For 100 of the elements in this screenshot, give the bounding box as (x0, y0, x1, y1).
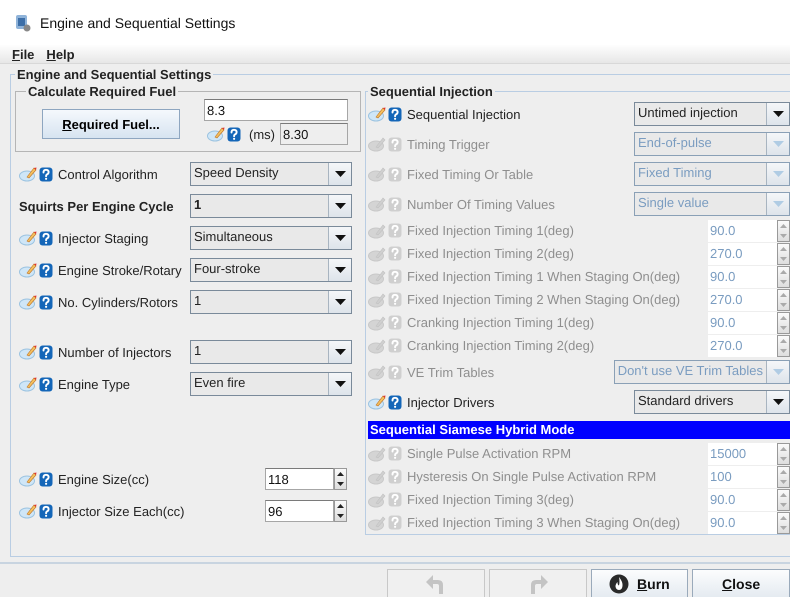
field-label: Cranking Injection Timing 1(deg) (407, 315, 594, 330)
field-label: Engine Type (58, 376, 130, 392)
flame-icon (609, 574, 630, 594)
help-icon[interactable] (227, 126, 241, 142)
group-title: Calculate Required Fuel (27, 84, 178, 99)
field-label: Number Of Timing Values (407, 196, 555, 212)
field-label: Fixed Injection Timing 1 When Staging On(deg) (407, 269, 680, 284)
dropdown[interactable]: Simultaneous (190, 226, 352, 250)
edit-note-icon[interactable] (19, 471, 37, 487)
field-label: Injector Size Each(cc) (58, 504, 184, 518)
caret-icon (772, 111, 784, 117)
field-label: VE Trim Tables (407, 364, 494, 380)
edit-note-icon[interactable] (368, 196, 386, 212)
edit-note-icon[interactable] (19, 262, 37, 278)
close-button[interactable]: Close (692, 569, 790, 597)
help-icon[interactable] (39, 472, 53, 486)
dropdown[interactable]: Even fire (190, 372, 352, 396)
field-label: Fixed Injection Timing 1(deg) (407, 223, 574, 238)
field-label: Fixed Injection Timing 3(deg) (407, 492, 574, 507)
edit-note-icon[interactable] (19, 230, 37, 246)
caret-icon (772, 141, 784, 147)
field-label: Fixed Injection Timing 2(deg) (407, 246, 574, 261)
edit-note-icon[interactable] (368, 314, 386, 330)
help-icon[interactable] (388, 106, 402, 122)
edit-note-icon[interactable] (368, 338, 386, 354)
caret-icon (772, 201, 784, 207)
edit-note-icon[interactable] (368, 268, 386, 284)
number-field[interactable]: 96 (265, 500, 334, 522)
caret-icon (772, 399, 784, 405)
edit-note-icon[interactable] (19, 503, 37, 519)
spinner-buttons[interactable] (334, 500, 347, 522)
caret-icon (772, 369, 784, 375)
caret-icon (334, 203, 346, 209)
field-label: Number of Injectors (58, 344, 172, 360)
help-icon[interactable] (39, 504, 53, 518)
field-label: Engine Size(cc) (58, 472, 150, 486)
field-label: Fixed Injection Timing 2 When Staging On(deg) (407, 292, 680, 307)
menu-item[interactable]: File (12, 46, 34, 62)
help-icon[interactable] (388, 394, 402, 410)
window-title: Engine and Sequential Settings (40, 14, 236, 30)
help-icon[interactable] (39, 230, 53, 246)
spinner-buttons[interactable] (334, 468, 347, 490)
dropdown[interactable]: 1 (190, 290, 352, 314)
dropdown[interactable]: 1 (190, 194, 352, 218)
field-label: Engine Stroke/Rotary (58, 262, 182, 278)
edit-note-icon[interactable] (368, 222, 386, 238)
field-label: Cranking Injection Timing 2(deg) (407, 338, 594, 353)
edit-note-icon[interactable] (368, 136, 386, 152)
edit-note-icon[interactable] (19, 376, 37, 392)
edit-note-icon[interactable] (368, 492, 386, 508)
field-label: Control Algorithm (58, 166, 158, 182)
required-fuel-field[interactable]: 8.3 (204, 99, 348, 121)
field-label: Fixed Timing Or Table (407, 166, 534, 182)
field-label: Injector Staging (58, 230, 148, 246)
field-label: No. Cylinders/Rotors (58, 294, 178, 310)
edit-note-icon[interactable] (368, 468, 386, 484)
help-icon[interactable] (39, 166, 53, 182)
field-label: Single Pulse Activation RPM (407, 446, 572, 461)
edit-note-icon[interactable] (19, 344, 37, 360)
edit-note-icon[interactable] (368, 364, 386, 380)
caret-icon (334, 235, 346, 241)
burn-button[interactable]: Burn (590, 569, 688, 597)
number-field[interactable]: 118 (265, 468, 334, 490)
dropdown[interactable]: 1 (190, 340, 352, 364)
field-label: Squirts Per Engine Cycle (19, 198, 174, 214)
help-icon[interactable] (39, 262, 53, 278)
edit-note-icon[interactable] (368, 446, 386, 462)
edit-note-icon[interactable] (368, 106, 386, 122)
group-title: Sequential Injection (369, 84, 494, 99)
app-icon (14, 14, 32, 32)
dropdown[interactable]: Untimed injection (634, 102, 790, 126)
edit-note-icon[interactable] (368, 246, 386, 262)
dropdown[interactable]: Standard drivers (634, 390, 790, 414)
edit-note-icon[interactable] (368, 394, 386, 410)
field-label: Fixed Injection Timing 3 When Staging On(deg) (407, 515, 680, 530)
field-label: Hysteresis On Single Pulse Activation RPM (407, 469, 656, 484)
edit-note-icon[interactable] (19, 294, 37, 310)
caret-icon (334, 381, 346, 387)
panel-title: Engine and Sequential Settings (16, 67, 212, 82)
menu-item[interactable]: Help (46, 46, 75, 62)
dropdown[interactable]: Speed Density (190, 162, 352, 186)
edit-note-icon[interactable] (368, 166, 386, 182)
edit-note-icon[interactable] (368, 292, 386, 308)
section-header: Sequential Siamese Hybrid Mode (368, 421, 790, 439)
caret-icon (334, 299, 346, 305)
field-label: Timing Trigger (407, 136, 490, 152)
edit-note-icon[interactable] (207, 126, 225, 142)
dropdown[interactable]: Four-stroke (190, 258, 352, 282)
pulse-width-field[interactable]: 8.30 (280, 123, 348, 145)
required-fuel-button[interactable]: Required Fuel... (42, 109, 180, 139)
caret-icon (334, 171, 346, 177)
help-icon[interactable] (39, 344, 53, 360)
caret-icon (334, 349, 346, 355)
field-label: Injector Drivers (407, 394, 494, 410)
help-icon[interactable] (39, 294, 53, 310)
field-label: Sequential Injection (407, 106, 520, 122)
edit-note-icon[interactable] (19, 166, 37, 182)
edit-note-icon[interactable] (368, 514, 386, 530)
caret-icon (772, 171, 784, 177)
help-icon[interactable] (39, 376, 53, 392)
